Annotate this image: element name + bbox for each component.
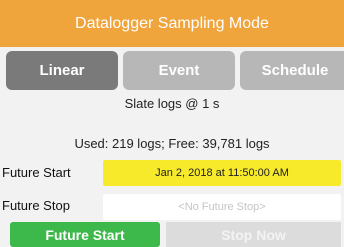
page-title: Datalogger Sampling Mode [75, 14, 269, 32]
future-start-value: Jan 2, 2018 at 11:50:00 AM [155, 167, 289, 179]
tab-schedule[interactable]: Schedule [240, 51, 344, 90]
mode-segmented-control: Linear Event Schedule [0, 51, 344, 90]
stop-now-button-label: Stop Now [221, 226, 286, 243]
future-stop-placeholder: <No Future Stop> [178, 201, 266, 213]
log-rate-text: Slate logs @ 1 s [124, 96, 220, 111]
log-usage-text: Used: 219 logs; Free: 39,781 logs [74, 136, 270, 151]
tab-event-label: Event [158, 62, 200, 79]
future-stop-label: Future Stop [2, 198, 70, 213]
future-start-label: Future Start [2, 165, 71, 180]
future-start-button[interactable]: Future Start [10, 222, 160, 247]
tab-schedule-label: Schedule [261, 62, 329, 79]
future-start-button-label: Future Start [45, 226, 125, 243]
stop-now-button[interactable]: Stop Now [166, 222, 341, 247]
tab-event[interactable]: Event [123, 51, 235, 90]
title-bar: Datalogger Sampling Mode [0, 0, 344, 47]
future-stop-field[interactable]: <No Future Stop> [103, 194, 341, 220]
tab-linear-label: Linear [39, 62, 85, 79]
tab-linear[interactable]: Linear [6, 51, 118, 90]
future-start-field[interactable]: Jan 2, 2018 at 11:50:00 AM [103, 160, 341, 186]
